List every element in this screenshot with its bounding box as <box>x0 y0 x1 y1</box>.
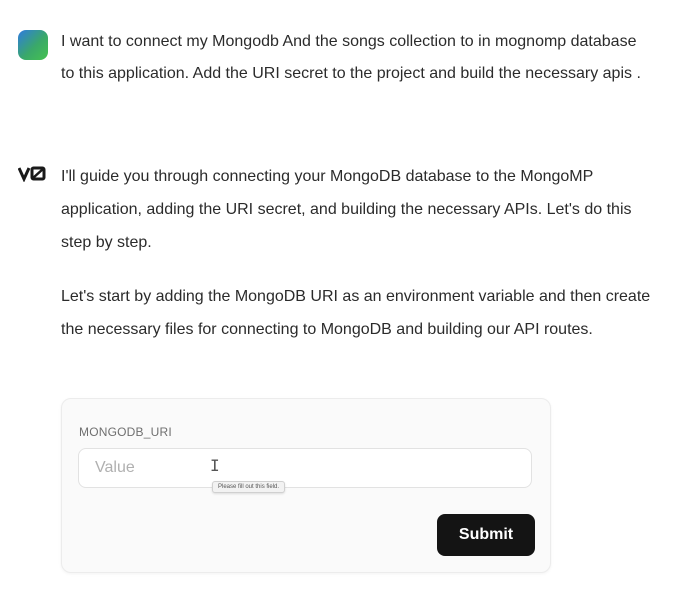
assistant-paragraph-1: I'll guide you through connecting your M… <box>61 168 632 251</box>
env-variable-label: MONGODB_URI <box>79 425 172 439</box>
text-cursor-icon: I <box>210 456 220 475</box>
v0-logo-icon <box>18 166 46 182</box>
env-variable-value-input[interactable] <box>78 448 532 488</box>
env-variable-form: MONGODB_URI I Please fill out this field… <box>61 398 551 573</box>
chat-view: I want to connect my Mongodb And the son… <box>0 0 683 590</box>
user-avatar <box>18 30 48 60</box>
user-message-text: I want to connect my Mongodb And the son… <box>61 33 641 82</box>
assistant-paragraph-2: Let's start by adding the MongoDB URI as… <box>61 288 651 338</box>
validation-tooltip: Please fill out this field. <box>212 481 286 493</box>
submit-button[interactable]: Submit <box>437 514 535 556</box>
